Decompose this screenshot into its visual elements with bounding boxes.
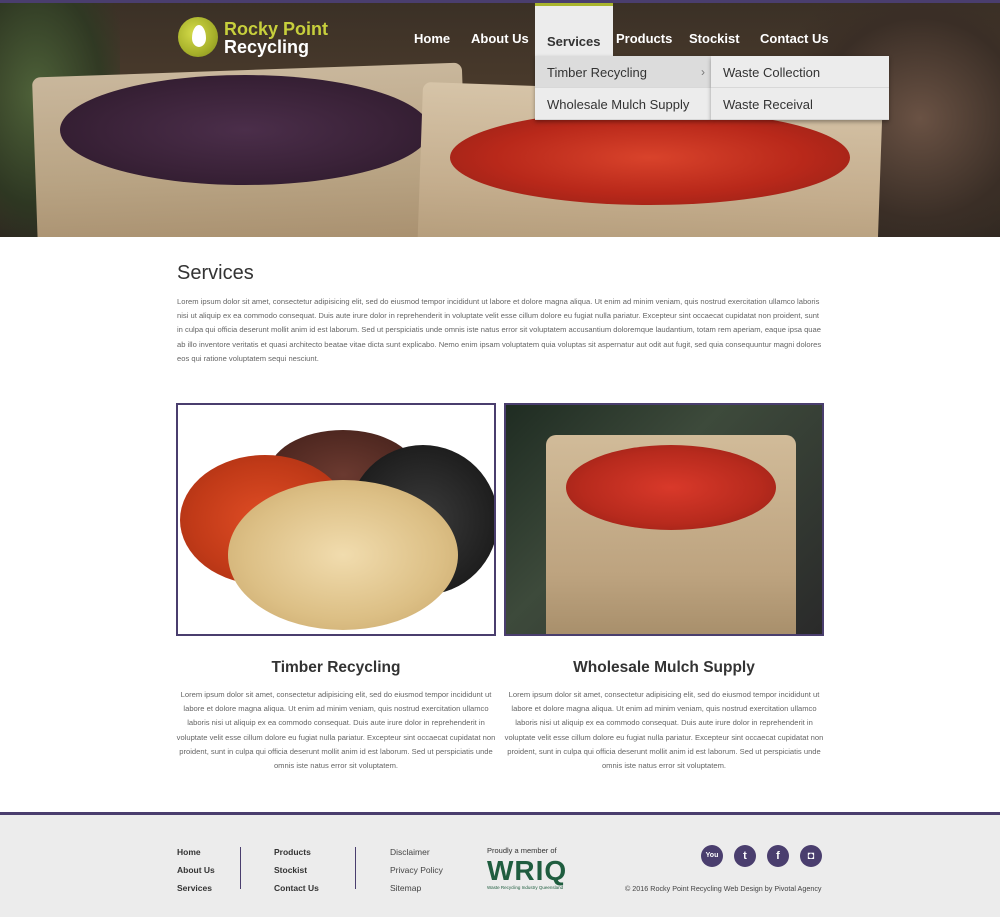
nav-contact-us[interactable]: Contact Us <box>760 31 829 46</box>
dropdown-item-wholesale-mulch[interactable]: Wholesale Mulch Supply <box>535 88 711 120</box>
footer-link-about-us[interactable]: About Us <box>177 861 215 879</box>
footer-links-col1: Home About Us Services <box>177 843 215 897</box>
footer-link-contact-us[interactable]: Contact Us <box>274 879 319 897</box>
hero-red-mulch <box>450 110 850 205</box>
page-title: Services <box>177 262 254 284</box>
timber-recycling-text: Lorem ipsum dolor sit amet, consectetur … <box>176 690 496 771</box>
submenu-item-waste-collection[interactable]: Waste Collection <box>711 56 889 88</box>
dropdown-item-label: Timber Recycling <box>547 65 647 80</box>
wholesale-mulch-text: Lorem ipsum dolor sit amet, consectetur … <box>504 690 824 771</box>
site-footer: Home About Us Services Products Stockist… <box>0 812 1000 917</box>
member-label: Proudly a member of <box>487 846 557 855</box>
submenu-item-label: Waste Collection <box>723 65 821 80</box>
footer-link-home[interactable]: Home <box>177 843 215 861</box>
footer-link-privacy-policy[interactable]: Privacy Policy <box>390 861 443 879</box>
footer-link-sitemap[interactable]: Sitemap <box>390 879 443 897</box>
dropdown-item-label: Wholesale Mulch Supply <box>547 97 690 112</box>
hero-purple-mulch <box>60 75 430 185</box>
footer-divider <box>355 847 356 889</box>
timber-recycling-image[interactable] <box>176 403 496 636</box>
wholesale-mulch-heading: Wholesale Mulch Supply <box>573 659 755 676</box>
footer-links-col2: Products Stockist Contact Us <box>274 843 319 897</box>
intro-paragraph: Lorem ipsum dolor sit amet, consectetur … <box>177 297 822 363</box>
services-dropdown: Timber Recycling › Wholesale Mulch Suppl… <box>535 56 711 120</box>
twitter-icon[interactable]: t <box>734 845 756 867</box>
submenu-item-label: Waste Receival <box>723 97 813 112</box>
nav-stockist[interactable]: Stockist <box>689 31 740 46</box>
wriq-logo[interactable]: WRIQ Waste Recycling Industry Queensland <box>487 857 577 891</box>
instagram-icon[interactable]: ◘ <box>800 845 822 867</box>
facebook-icon[interactable]: f <box>767 845 789 867</box>
submenu-item-waste-receival[interactable]: Waste Receival <box>711 88 889 120</box>
wriq-logo-text: WRIQ <box>487 855 568 886</box>
footer-link-products[interactable]: Products <box>274 843 319 861</box>
nav-services[interactable]: Services <box>535 3 613 56</box>
wholesale-mulch-image[interactable] <box>504 403 824 636</box>
dropdown-item-timber-recycling[interactable]: Timber Recycling › <box>535 56 711 88</box>
wood-chip-pile <box>228 480 458 630</box>
footer-link-stockist[interactable]: Stockist <box>274 861 319 879</box>
timber-recycling-submenu: Waste Collection Waste Receival <box>711 56 889 120</box>
footer-link-disclaimer[interactable]: Disclaimer <box>390 843 443 861</box>
footer-divider <box>240 847 241 889</box>
footer-links-col3: Disclaimer Privacy Policy Sitemap <box>390 843 443 897</box>
nav-about-us[interactable]: About Us <box>471 31 529 46</box>
footer-link-services[interactable]: Services <box>177 879 215 897</box>
timber-recycling-heading: Timber Recycling <box>271 659 401 676</box>
red-mulch-fill <box>566 445 776 530</box>
copyright-text: © 2016 Rocky Point Recycling Web Design … <box>625 884 822 893</box>
youtube-icon[interactable]: You <box>701 845 723 867</box>
nav-home[interactable]: Home <box>414 31 450 46</box>
nav-products[interactable]: Products <box>616 31 672 46</box>
chevron-right-icon: › <box>701 65 705 79</box>
